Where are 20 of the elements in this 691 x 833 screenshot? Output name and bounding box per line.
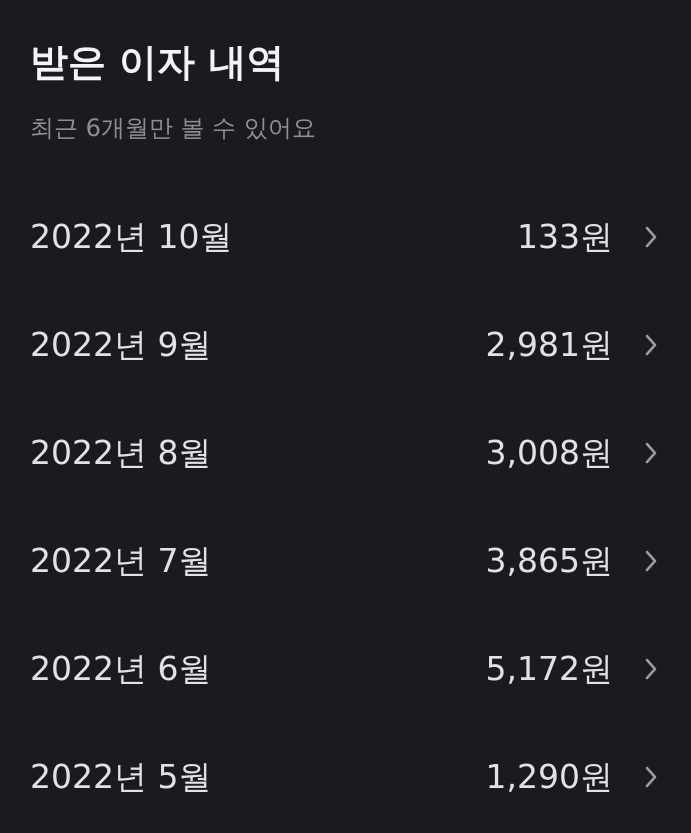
chevron-right-icon[interactable] [645, 226, 657, 248]
chevron-right-icon[interactable] [645, 658, 657, 680]
chevron-right-icon[interactable] [645, 550, 657, 572]
chevron-right-icon[interactable] [645, 334, 657, 356]
amount-label: 3,865원 [486, 540, 613, 582]
month-label: 2022년 10월 [30, 216, 234, 258]
month-label: 2022년 7월 [30, 540, 212, 582]
amount-label: 133원 [517, 216, 613, 258]
amount-label: 2,981원 [486, 324, 613, 366]
subtitle: 최근 6개월만 볼 수 있어요 [30, 113, 317, 144]
month-label: 2022년 8월 [30, 432, 212, 474]
month-label: 2022년 6월 [30, 648, 212, 690]
page-title: 받은 이자 내역 [30, 39, 286, 86]
amount-label: 1,290원 [486, 756, 613, 798]
chevron-right-icon[interactable] [645, 766, 657, 788]
month-label: 2022년 5월 [30, 756, 212, 798]
month-label: 2022년 9월 [30, 324, 212, 366]
chevron-right-icon[interactable] [645, 442, 657, 464]
amount-label: 5,172원 [486, 648, 613, 690]
amount-label: 3,008원 [486, 432, 613, 474]
